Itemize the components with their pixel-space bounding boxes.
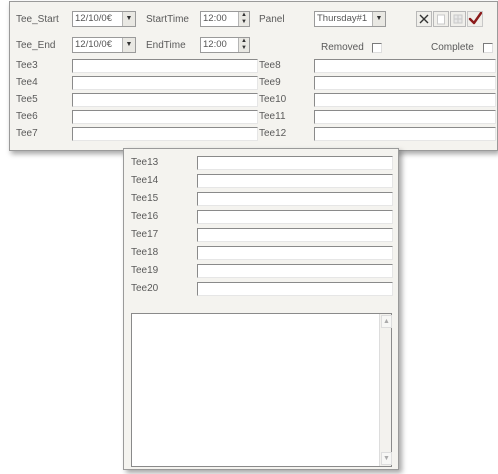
tee-label: Tee10	[259, 94, 287, 105]
tee-start-label: Tee_Start	[16, 14, 59, 25]
scroll-down-icon[interactable]: ▼	[381, 452, 392, 465]
close-button[interactable]	[416, 11, 432, 27]
tee-input[interactable]	[314, 93, 496, 107]
close-icon	[419, 14, 429, 24]
tee-input[interactable]	[197, 192, 393, 206]
tee-input[interactable]	[72, 59, 258, 73]
tee-input[interactable]	[72, 76, 258, 90]
tee-input[interactable]	[72, 110, 258, 124]
tee-input[interactable]	[314, 110, 496, 124]
tee-label: Tee5	[16, 94, 38, 105]
complete-label: Complete	[431, 42, 474, 53]
tee-label: Tee13	[131, 157, 159, 168]
end-time-spinner[interactable]: 12:00 ▲ ▼	[200, 37, 250, 53]
scroll-up-icon[interactable]: ▲	[381, 315, 392, 328]
new-record-button[interactable]	[433, 11, 449, 27]
grid-button[interactable]	[450, 11, 466, 27]
tee-label: Tee4	[16, 77, 38, 88]
page-icon	[437, 14, 445, 24]
tee-input[interactable]	[314, 127, 496, 141]
tee-input[interactable]	[197, 210, 393, 224]
tee-input[interactable]	[72, 127, 258, 141]
chevron-down-icon[interactable]: ▼	[122, 12, 135, 26]
tee-label: Tee7	[16, 128, 38, 139]
tee-start-date-picker[interactable]: 12/10/0€ ▼	[72, 11, 136, 27]
tee-label: Tee14	[131, 175, 159, 186]
tee-label: Tee6	[16, 111, 38, 122]
tee-label: Tee15	[131, 193, 159, 204]
tee-label: Tee11	[259, 111, 286, 122]
tee-label: Tee12	[259, 128, 287, 139]
notes-textarea[interactable]: ▲ ▼	[131, 313, 392, 467]
panel-label: Panel	[259, 14, 285, 25]
grid-icon	[453, 14, 463, 24]
tee-label: Tee3	[16, 60, 38, 71]
tee-input[interactable]	[72, 93, 258, 107]
notes-scrollbar[interactable]: ▲ ▼	[379, 314, 392, 466]
panel-select[interactable]: Thursday#1 ▼	[314, 11, 386, 27]
chevron-down-icon[interactable]: ▼	[122, 38, 135, 52]
tee-input[interactable]	[314, 59, 496, 73]
tee-list-form: Tee13 Tee14 Tee15 Tee16 Tee17 Tee18 Tee19 Tee20…	[123, 148, 399, 470]
removed-checkbox[interactable]	[372, 43, 382, 53]
complete-checkbox[interactable]	[483, 43, 493, 53]
spin-arrows-icon[interactable]: ▲ ▼	[238, 12, 249, 26]
tee-input[interactable]	[197, 174, 393, 188]
tee-label: Tee16	[131, 211, 159, 222]
end-time-value: 12:00	[203, 39, 227, 50]
tee-input[interactable]	[197, 228, 393, 242]
tee-input[interactable]	[197, 246, 393, 260]
tee-end-date-picker[interactable]: 12/10/0€ ▼	[72, 37, 136, 53]
tee-time-form: Tee_Start 12/10/0€ ▼ StartTime 12:00 ▲ ▼ …	[9, 1, 498, 151]
tee-end-label: Tee_End	[16, 40, 56, 51]
tee-label: Tee18	[131, 247, 159, 258]
tee-input[interactable]	[197, 282, 393, 296]
start-time-value: 12:00	[203, 13, 227, 24]
tee-input[interactable]	[314, 76, 496, 90]
removed-label: Removed	[321, 42, 364, 53]
panel-select-value: Thursday#1	[317, 13, 368, 24]
tee-label: Tee9	[259, 77, 281, 88]
checkmark-icon	[468, 12, 482, 25]
chevron-down-icon[interactable]: ▼	[372, 12, 385, 26]
start-time-spinner[interactable]: 12:00 ▲ ▼	[200, 11, 250, 27]
spin-arrows-icon[interactable]: ▲ ▼	[238, 38, 249, 52]
tee-input[interactable]	[197, 264, 393, 278]
tee-label: Tee19	[131, 265, 159, 276]
tee-start-date-value: 12/10/0€	[75, 13, 112, 24]
save-button[interactable]	[467, 11, 483, 27]
tee-end-date-value: 12/10/0€	[75, 39, 112, 50]
start-time-label: StartTime	[146, 14, 189, 25]
tee-label: Tee8	[259, 60, 281, 71]
end-time-label: EndTime	[146, 40, 186, 51]
tee-input[interactable]	[197, 156, 393, 170]
tee-label: Tee17	[131, 229, 159, 240]
tee-label: Tee20	[131, 283, 159, 294]
